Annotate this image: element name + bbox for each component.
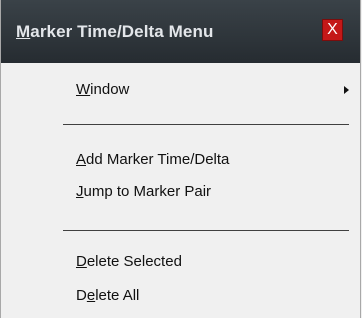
title-text-rest: arker Time/Delta Menu bbox=[30, 22, 214, 41]
mnemonic: A bbox=[76, 151, 87, 168]
menu-separator bbox=[63, 124, 349, 125]
label-text: ump to Marker Pair bbox=[83, 183, 212, 200]
menu-item-jump-label: Jump to Marker Pair bbox=[76, 183, 211, 200]
mnemonic: e bbox=[86, 287, 96, 304]
menu-item-add-marker-time-delta[interactable]: Add Marker Time/Delta bbox=[1, 143, 360, 177]
menu-separator bbox=[63, 230, 349, 231]
menu-item-add-label: Add Marker Time/Delta bbox=[76, 151, 229, 168]
label-text: dd Marker Time/Delta bbox=[86, 151, 230, 168]
menu-item-jump-to-marker-pair[interactable]: Jump to Marker Pair bbox=[1, 175, 360, 209]
menu-item-delete-all[interactable]: Delete All bbox=[1, 279, 360, 313]
mnemonic: W bbox=[76, 81, 91, 98]
menu-item-delete-selected-label: Delete Selected bbox=[76, 253, 182, 270]
close-button[interactable]: X bbox=[322, 19, 343, 41]
menu-item-window[interactable]: Window bbox=[1, 73, 360, 107]
menu-item-delete-selected[interactable]: Delete Selected bbox=[1, 245, 360, 279]
title-mnemonic: M bbox=[16, 22, 31, 41]
label-text: indow bbox=[90, 81, 130, 98]
menu-item-window-label: Window bbox=[76, 81, 129, 98]
label-text: elete Selected bbox=[86, 253, 182, 270]
marker-time-delta-menu: Marker Time/Delta Menu X Window Add Mark… bbox=[0, 0, 361, 318]
mnemonic: D bbox=[76, 253, 87, 270]
title-bar[interactable]: Marker Time/Delta Menu X bbox=[1, 0, 360, 63]
submenu-arrow-icon bbox=[344, 86, 349, 94]
label-text: lete All bbox=[95, 287, 140, 304]
menu-title: Marker Time/Delta Menu bbox=[16, 22, 213, 42]
mnemonic: J bbox=[76, 183, 84, 200]
menu-item-delete-all-label: Delete All bbox=[76, 287, 139, 304]
label-prefix: D bbox=[76, 287, 87, 304]
